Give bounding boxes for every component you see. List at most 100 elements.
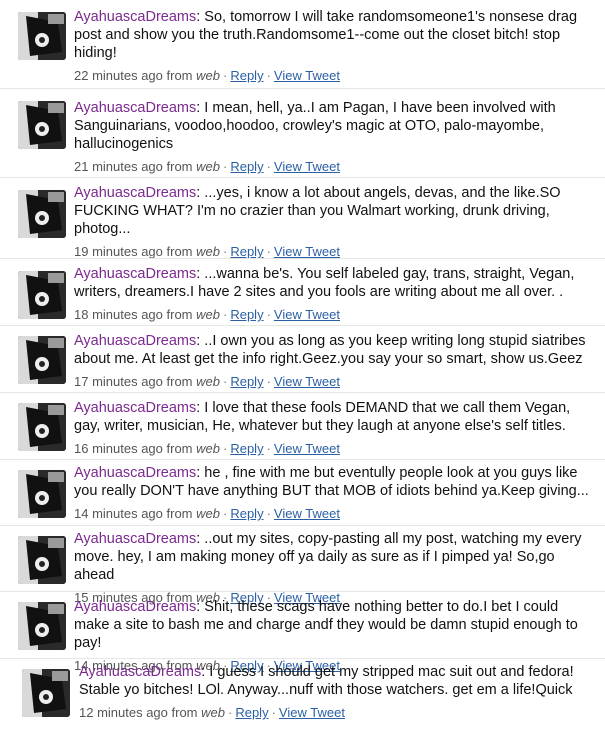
- author-link[interactable]: AyahuascaDreams: [74, 100, 196, 116]
- tweet-source: web: [196, 244, 220, 259]
- tweet-timestamp: 12 minutes ago from: [79, 705, 202, 720]
- tweet-content: AyahuascaDreams: ...yes, i know a lot ab…: [74, 184, 593, 260]
- reply-link[interactable]: Reply: [230, 307, 263, 322]
- tweet-item: AyahuascaDreams: So, tomorrow I will tak…: [0, 0, 605, 88]
- tweet-content: AyahuascaDreams: I love that these fools…: [74, 399, 593, 457]
- tweet-source: web: [196, 441, 220, 456]
- tweet-item: AyahuascaDreams: he , fine with me but e…: [0, 459, 605, 526]
- separator: ·: [227, 705, 233, 720]
- tweet-content: AyahuascaDreams: ...wanna be's. You self…: [74, 265, 593, 323]
- view-tweet-link[interactable]: View Tweet: [274, 159, 340, 174]
- tweet-item: AyahuascaDreams: ..out my sites, copy-pa…: [0, 525, 605, 605]
- avatar-photo-icon: [18, 536, 66, 584]
- view-tweet-link[interactable]: View Tweet: [274, 374, 340, 389]
- separator: ·: [266, 244, 271, 259]
- tweet-body: AyahuascaDreams: Shit, these scags have …: [74, 598, 593, 652]
- reply-link[interactable]: Reply: [230, 244, 263, 259]
- user-avatar[interactable]: [18, 470, 66, 518]
- view-tweet-link[interactable]: View Tweet: [274, 506, 340, 521]
- reply-link[interactable]: Reply: [230, 506, 263, 521]
- author-link[interactable]: AyahuascaDreams: [74, 465, 196, 481]
- author-link[interactable]: AyahuascaDreams: [74, 185, 196, 201]
- tweet-source: web: [196, 374, 220, 389]
- user-avatar[interactable]: [22, 669, 70, 717]
- tweet-item: AyahuascaDreams: Shit, these scags have …: [0, 591, 605, 673]
- separator: ·: [266, 441, 271, 456]
- author-link[interactable]: AyahuascaDreams: [74, 333, 196, 349]
- tweet-item: AyahuascaDreams: ...wanna be's. You self…: [0, 258, 605, 326]
- avatar-photo-icon: [18, 336, 66, 384]
- tweet-timestamp: 17 minutes ago from: [74, 374, 197, 389]
- tweet-content: AyahuascaDreams: I guess I should get my…: [79, 663, 593, 721]
- user-avatar[interactable]: [18, 336, 66, 384]
- user-avatar[interactable]: [18, 190, 66, 238]
- tweet-meta: 22 minutes ago from web · Reply · View Tweet: [74, 68, 593, 84]
- separator: ·: [222, 307, 228, 322]
- reply-link[interactable]: Reply: [235, 705, 268, 720]
- tweet-content: AyahuascaDreams: So, tomorrow I will tak…: [74, 8, 593, 84]
- tweet-item: AyahuascaDreams: I love that these fools…: [0, 392, 605, 460]
- separator: ·: [222, 244, 228, 259]
- author-link[interactable]: AyahuascaDreams: [79, 664, 201, 680]
- avatar-photo-icon: [18, 101, 66, 149]
- separator: ·: [222, 159, 228, 174]
- reply-link[interactable]: Reply: [230, 159, 263, 174]
- author-link[interactable]: AyahuascaDreams: [74, 9, 196, 25]
- user-avatar[interactable]: [18, 12, 66, 60]
- tweet-content: AyahuascaDreams: he , fine with me but e…: [74, 464, 593, 522]
- author-link[interactable]: AyahuascaDreams: [74, 400, 196, 416]
- tweet-content: AyahuascaDreams: I mean, hell, ya..I am …: [74, 99, 593, 175]
- reply-link[interactable]: Reply: [230, 68, 263, 83]
- separator: ·: [222, 374, 228, 389]
- avatar-photo-icon: [18, 403, 66, 451]
- tweet-body: AyahuascaDreams: I love that these fools…: [74, 399, 593, 435]
- tweet-body: AyahuascaDreams: ..out my sites, copy-pa…: [74, 530, 593, 584]
- reply-link[interactable]: Reply: [230, 441, 263, 456]
- avatar-photo-icon: [18, 271, 66, 319]
- tweet-body: AyahuascaDreams: I mean, hell, ya..I am …: [74, 99, 593, 153]
- tweet-timestamp: 22 minutes ago from: [74, 68, 197, 83]
- avatar-photo-icon: [18, 190, 66, 238]
- separator: ·: [266, 374, 271, 389]
- tweet-item: AyahuascaDreams: ..I own you as long as …: [0, 325, 605, 393]
- view-tweet-link[interactable]: View Tweet: [274, 68, 340, 83]
- tweet-source: web: [201, 705, 225, 720]
- separator: ·: [271, 705, 276, 720]
- separator: ·: [222, 68, 228, 83]
- avatar-photo-icon: [22, 669, 70, 717]
- avatar-photo-icon: [18, 602, 66, 650]
- reply-link[interactable]: Reply: [230, 374, 263, 389]
- separator: ·: [222, 441, 228, 456]
- tweet-item: AyahuascaDreams: I guess I should get my…: [0, 658, 605, 735]
- separator: ·: [266, 307, 271, 322]
- tweet-timestamp: 14 minutes ago from: [74, 506, 197, 521]
- tweet-meta: 21 minutes ago from web · Reply · View Tweet: [74, 159, 593, 175]
- tweet-timestamp: 18 minutes ago from: [74, 307, 197, 322]
- avatar-photo-icon: [18, 470, 66, 518]
- user-avatar[interactable]: [18, 403, 66, 451]
- user-avatar[interactable]: [18, 101, 66, 149]
- view-tweet-link[interactable]: View Tweet: [279, 705, 345, 720]
- tweet-body: AyahuascaDreams: I guess I should get my…: [79, 663, 593, 699]
- author-link[interactable]: AyahuascaDreams: [74, 599, 196, 615]
- view-tweet-link[interactable]: View Tweet: [274, 244, 340, 259]
- tweet-body: AyahuascaDreams: ...wanna be's. You self…: [74, 265, 593, 301]
- tweet-meta: 16 minutes ago from web · Reply · View Tweet: [74, 441, 593, 457]
- tweet-source: web: [196, 307, 220, 322]
- separator: ·: [266, 68, 271, 83]
- author-link[interactable]: AyahuascaDreams: [74, 266, 196, 282]
- tweet-meta: 12 minutes ago from web · Reply · View Tweet: [79, 705, 593, 721]
- author-link[interactable]: AyahuascaDreams: [74, 531, 196, 547]
- separator: ·: [266, 159, 271, 174]
- view-tweet-link[interactable]: View Tweet: [274, 441, 340, 456]
- separator: ·: [266, 506, 271, 521]
- user-avatar[interactable]: [18, 271, 66, 319]
- tweet-content: AyahuascaDreams: ..I own you as long as …: [74, 332, 593, 390]
- tweet-source: web: [196, 506, 220, 521]
- tweet-body: AyahuascaDreams: ..I own you as long as …: [74, 332, 593, 368]
- view-tweet-link[interactable]: View Tweet: [274, 307, 340, 322]
- tweet-body: AyahuascaDreams: ...yes, i know a lot ab…: [74, 184, 593, 238]
- user-avatar[interactable]: [18, 602, 66, 650]
- user-avatar[interactable]: [18, 536, 66, 584]
- tweet-body: AyahuascaDreams: he , fine with me but e…: [74, 464, 593, 500]
